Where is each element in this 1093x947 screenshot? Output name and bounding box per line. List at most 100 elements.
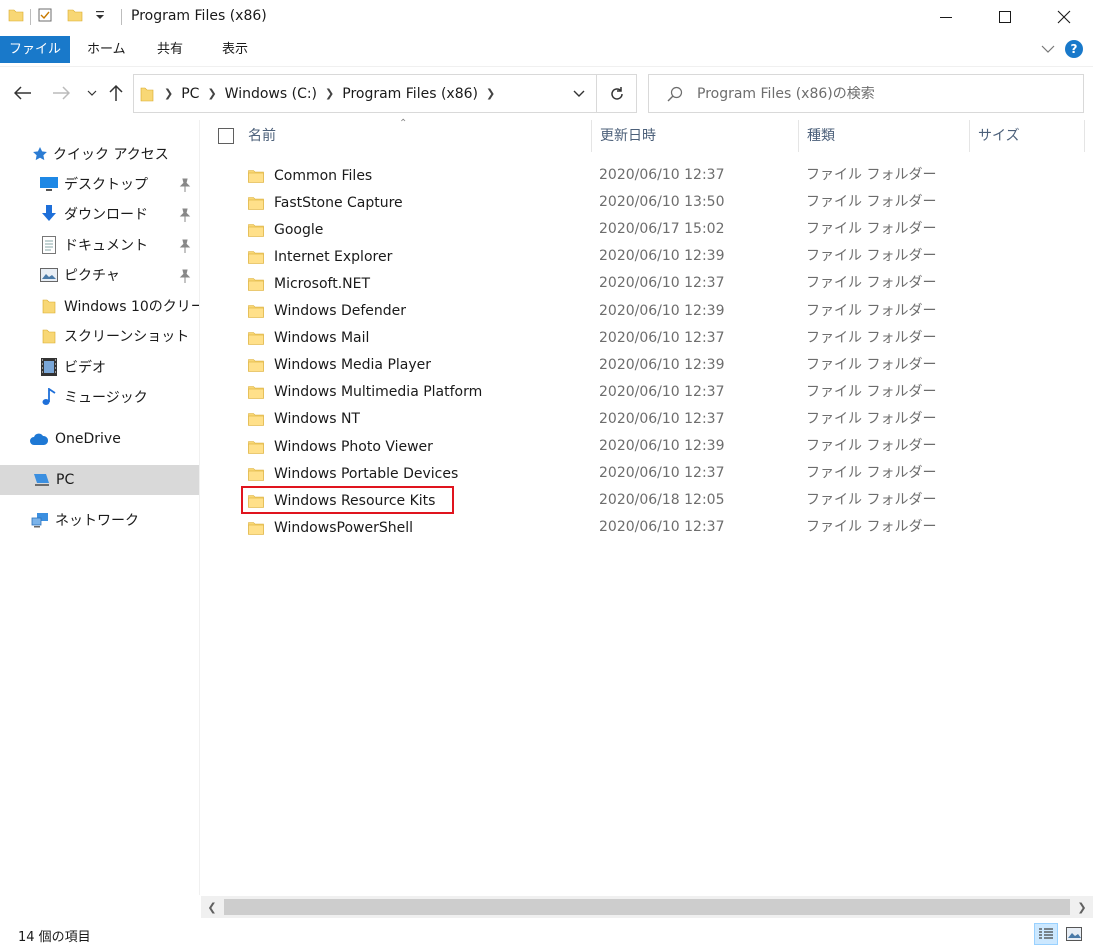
- table-row[interactable]: Microsoft.NET 2020/06/10 12:37 ファイル フォルダー: [241, 270, 1093, 297]
- tab-share[interactable]: 共有: [147, 36, 193, 63]
- pin-icon[interactable]: [179, 239, 191, 253]
- table-row[interactable]: Common Files 2020/06/10 12:37 ファイル フォルダー: [241, 162, 1093, 189]
- back-button[interactable]: [11, 81, 35, 105]
- address-bar[interactable]: ❯ PC ❯ Windows (C:) ❯ Program Files (x86…: [133, 74, 597, 113]
- breadcrumb-drive-c[interactable]: Windows (C:): [225, 86, 317, 102]
- sidebar-item-network[interactable]: ネットワーク: [0, 505, 199, 535]
- table-row[interactable]: Windows Portable Devices 2020/06/10 12:37…: [241, 460, 1093, 487]
- large-icons-view-button[interactable]: [1062, 923, 1086, 945]
- table-row[interactable]: Windows Photo Viewer 2020/06/10 12:39 ファイル…: [241, 433, 1093, 460]
- sidebar-item-pc[interactable]: PC: [0, 465, 199, 495]
- column-type[interactable]: 種類: [799, 120, 970, 152]
- sidebar-item-windows10-clean[interactable]: Windows 10のクリーン: [0, 291, 199, 321]
- sidebar-item-downloads[interactable]: ダウンロード: [0, 199, 199, 229]
- file-name-cell[interactable]: Windows NT: [241, 406, 360, 433]
- select-all-checkbox[interactable]: [218, 128, 234, 144]
- close-icon: [1057, 10, 1071, 24]
- chevron-right-icon[interactable]: ❯: [325, 87, 334, 100]
- file-name-cell[interactable]: Common Files: [241, 162, 372, 189]
- file-name-cell[interactable]: Windows Multimedia Platform: [241, 379, 482, 406]
- forward-button[interactable]: [49, 81, 73, 105]
- pin-icon[interactable]: [179, 208, 191, 222]
- table-row[interactable]: Internet Explorer 2020/06/10 12:39 ファイル フォ…: [241, 243, 1093, 270]
- file-list: ⌃ 名前 更新日時 種類 サイズ Common Files 2020/06/10 …: [201, 118, 1093, 895]
- chevron-right-icon[interactable]: ❯: [207, 87, 216, 100]
- sidebar-item-pictures[interactable]: ピクチャ: [0, 260, 199, 290]
- sidebar-item-screenshots[interactable]: スクリーンショット: [0, 321, 199, 351]
- file-name-cell[interactable]: FastStone Capture: [241, 189, 403, 216]
- file-name-cell[interactable]: Microsoft.NET: [241, 270, 370, 297]
- search-box[interactable]: [648, 74, 1084, 113]
- file-name: Google: [274, 221, 324, 238]
- file-name-cell[interactable]: WindowsPowerShell: [241, 514, 413, 541]
- highlight-box: [241, 486, 454, 514]
- title-bar: Program Files (x86): [0, 0, 1093, 34]
- table-row[interactable]: Windows Multimedia Platform 2020/06/10 12…: [241, 379, 1093, 406]
- file-name-cell[interactable]: Internet Explorer: [241, 243, 392, 270]
- pin-icon[interactable]: [179, 178, 191, 192]
- file-name-cell[interactable]: Windows Media Player: [241, 352, 431, 379]
- address-history-button[interactable]: [562, 75, 596, 112]
- sidebar-item-videos[interactable]: ビデオ: [0, 352, 199, 382]
- date-modified-cell: 2020/06/10 12:37: [599, 383, 725, 400]
- scroll-left-button[interactable]: ❮: [201, 896, 223, 918]
- date-modified-cell: 2020/06/10 12:39: [599, 248, 725, 265]
- expand-ribbon-button[interactable]: [1041, 42, 1055, 57]
- help-button[interactable]: ?: [1065, 40, 1083, 58]
- breadcrumb-program-files-x86[interactable]: Program Files (x86): [342, 86, 478, 102]
- customize-toolbar-icon[interactable]: [95, 9, 105, 25]
- folder-icon: [248, 413, 264, 427]
- folder-icon: [8, 7, 24, 27]
- close-button[interactable]: [1035, 0, 1093, 34]
- sidebar-item-onedrive[interactable]: OneDrive: [0, 424, 199, 454]
- table-row[interactable]: Google 2020/06/17 15:02 ファイル フォルダー: [241, 216, 1093, 243]
- arrow-up-icon: [109, 84, 123, 101]
- column-date-modified[interactable]: 更新日時: [592, 120, 799, 152]
- sidebar-item-documents[interactable]: ドキュメント: [0, 230, 199, 260]
- table-row[interactable]: Windows Mail 2020/06/10 12:37 ファイル フォルダー: [241, 325, 1093, 352]
- maximize-button[interactable]: [976, 0, 1034, 34]
- column-size[interactable]: サイズ: [970, 120, 1085, 152]
- breadcrumb-pc[interactable]: PC: [181, 86, 199, 102]
- table-row[interactable]: Windows NT 2020/06/10 12:37 ファイル フォルダー: [241, 406, 1093, 433]
- toolbar-divider: [30, 9, 31, 25]
- sidebar-item-desktop[interactable]: デスクトップ: [0, 169, 199, 199]
- scroll-right-button[interactable]: ❯: [1071, 896, 1093, 918]
- tab-view[interactable]: 表示: [212, 36, 258, 63]
- date-modified-cell: 2020/06/10 12:37: [599, 519, 725, 536]
- file-name-cell[interactable]: Windows Portable Devices: [241, 460, 458, 487]
- pc-icon: [32, 471, 50, 489]
- details-view-button[interactable]: [1034, 923, 1058, 945]
- sidebar-item-music[interactable]: ミュージック: [0, 382, 199, 412]
- table-row[interactable]: FastStone Capture 2020/06/10 13:50 ファイル フォ…: [241, 189, 1093, 216]
- new-folder-icon[interactable]: [67, 7, 83, 27]
- column-name[interactable]: 名前: [240, 120, 592, 152]
- file-name-cell[interactable]: Windows Photo Viewer: [241, 433, 433, 460]
- file-name-cell[interactable]: Windows Defender: [241, 298, 406, 325]
- arrow-right-icon: [53, 86, 70, 100]
- search-icon: [667, 86, 683, 101]
- horizontal-scrollbar[interactable]: ❮ ❯: [201, 896, 1093, 918]
- refresh-button[interactable]: [597, 74, 637, 113]
- folder-icon: [248, 521, 264, 535]
- search-input[interactable]: [697, 85, 1077, 102]
- table-row[interactable]: Windows Media Player 2020/06/10 12:39 ファイル…: [241, 352, 1093, 379]
- sidebar-item-quick-access[interactable]: クイック アクセス: [0, 139, 199, 169]
- table-row[interactable]: WindowsPowerShell 2020/06/10 12:37 ファイル フォ…: [241, 514, 1093, 541]
- pin-icon[interactable]: [179, 269, 191, 283]
- chevron-right-icon[interactable]: ❯: [164, 87, 173, 100]
- file-name-cell[interactable]: Windows Mail: [241, 325, 369, 352]
- recent-locations-button[interactable]: [80, 81, 104, 105]
- up-button[interactable]: [104, 81, 128, 105]
- properties-icon[interactable]: [37, 7, 53, 27]
- table-row[interactable]: Windows Defender 2020/06/10 12:39 ファイル フォル…: [241, 298, 1093, 325]
- tab-file[interactable]: ファイル: [0, 36, 70, 63]
- type-cell: ファイル フォルダー: [806, 410, 937, 427]
- minimize-button[interactable]: [917, 0, 975, 34]
- tab-home[interactable]: ホーム: [77, 36, 136, 63]
- chevron-right-icon[interactable]: ❯: [486, 87, 495, 100]
- sidebar-item-label: OneDrive: [55, 431, 121, 447]
- scrollbar-thumb[interactable]: [224, 899, 1070, 915]
- file-name-cell[interactable]: Google: [241, 216, 323, 243]
- folder-icon: [248, 305, 264, 318]
